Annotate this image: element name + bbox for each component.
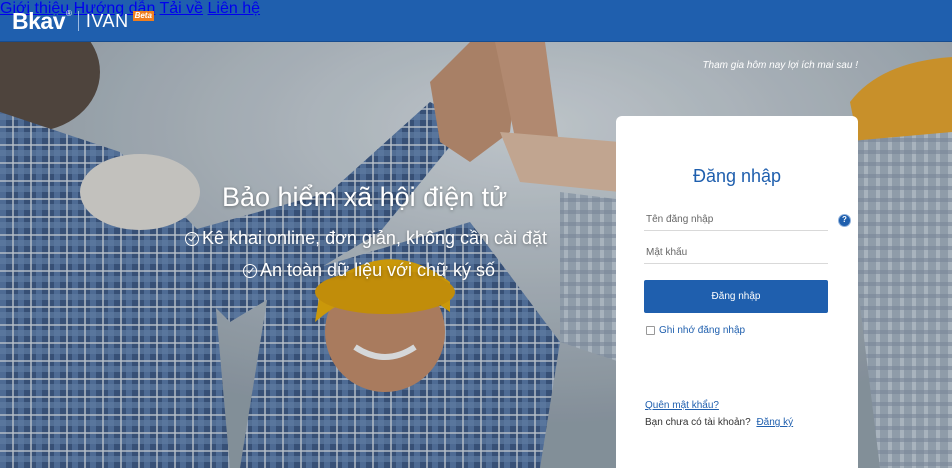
help-icon[interactable]: ? <box>838 214 851 227</box>
username-input[interactable] <box>644 209 828 231</box>
hero-tagline: Tham gia hôm nay lợi ích mai sau ! <box>702 60 858 71</box>
top-navbar: Bkav ® IVAN Beta Giới thiệu Hướng dẫn Tả… <box>0 0 952 42</box>
nav-item-contact[interactable]: Liên hệ <box>208 0 261 17</box>
nav-item-download[interactable]: Tải về <box>160 0 204 17</box>
registered-mark: ® <box>65 8 72 18</box>
password-input[interactable] <box>644 242 828 264</box>
check-circle-icon <box>185 231 199 246</box>
hero-feature-2: An toàn dữ liệu với chữ ký số <box>243 260 495 281</box>
signup-prompt: Bạn chưa có tài khoản? Đăng ký <box>645 417 793 428</box>
hero-feature-text: An toàn dữ liệu với chữ ký số <box>260 260 496 280</box>
check-circle-icon <box>243 263 257 278</box>
remember-label[interactable]: Ghi nhớ đăng nhập <box>659 325 745 336</box>
brand-logo[interactable]: Bkav ® IVAN Beta <box>12 8 154 34</box>
product-name: IVAN <box>85 10 129 31</box>
remember-me[interactable]: Ghi nhớ đăng nhập <box>646 325 745 336</box>
no-account-text: Bạn chưa có tài khoản? <box>645 417 751 428</box>
hero-feature-text: Kê khai online, đơn giản, không cần cài … <box>202 228 548 248</box>
remember-checkbox[interactable] <box>646 326 655 335</box>
forgot-password-link[interactable]: Quên mật khẩu? <box>645 400 719 411</box>
login-title: Đăng nhập <box>692 166 782 186</box>
login-panel: Đăng nhập ? Đăng nhập Ghi nhớ đăng nhập … <box>616 116 858 468</box>
signup-link[interactable]: Đăng ký <box>756 417 793 428</box>
hero-feature-1: Kê khai online, đơn giản, không cần cài … <box>185 228 547 249</box>
login-button[interactable]: Đăng nhập <box>644 280 828 313</box>
hero-title: Bảo hiểm xã hội điện tử <box>222 182 508 212</box>
beta-badge: Beta <box>132 11 154 21</box>
logo-divider <box>77 11 79 31</box>
bkav-logo-text: Bkav <box>12 7 65 34</box>
